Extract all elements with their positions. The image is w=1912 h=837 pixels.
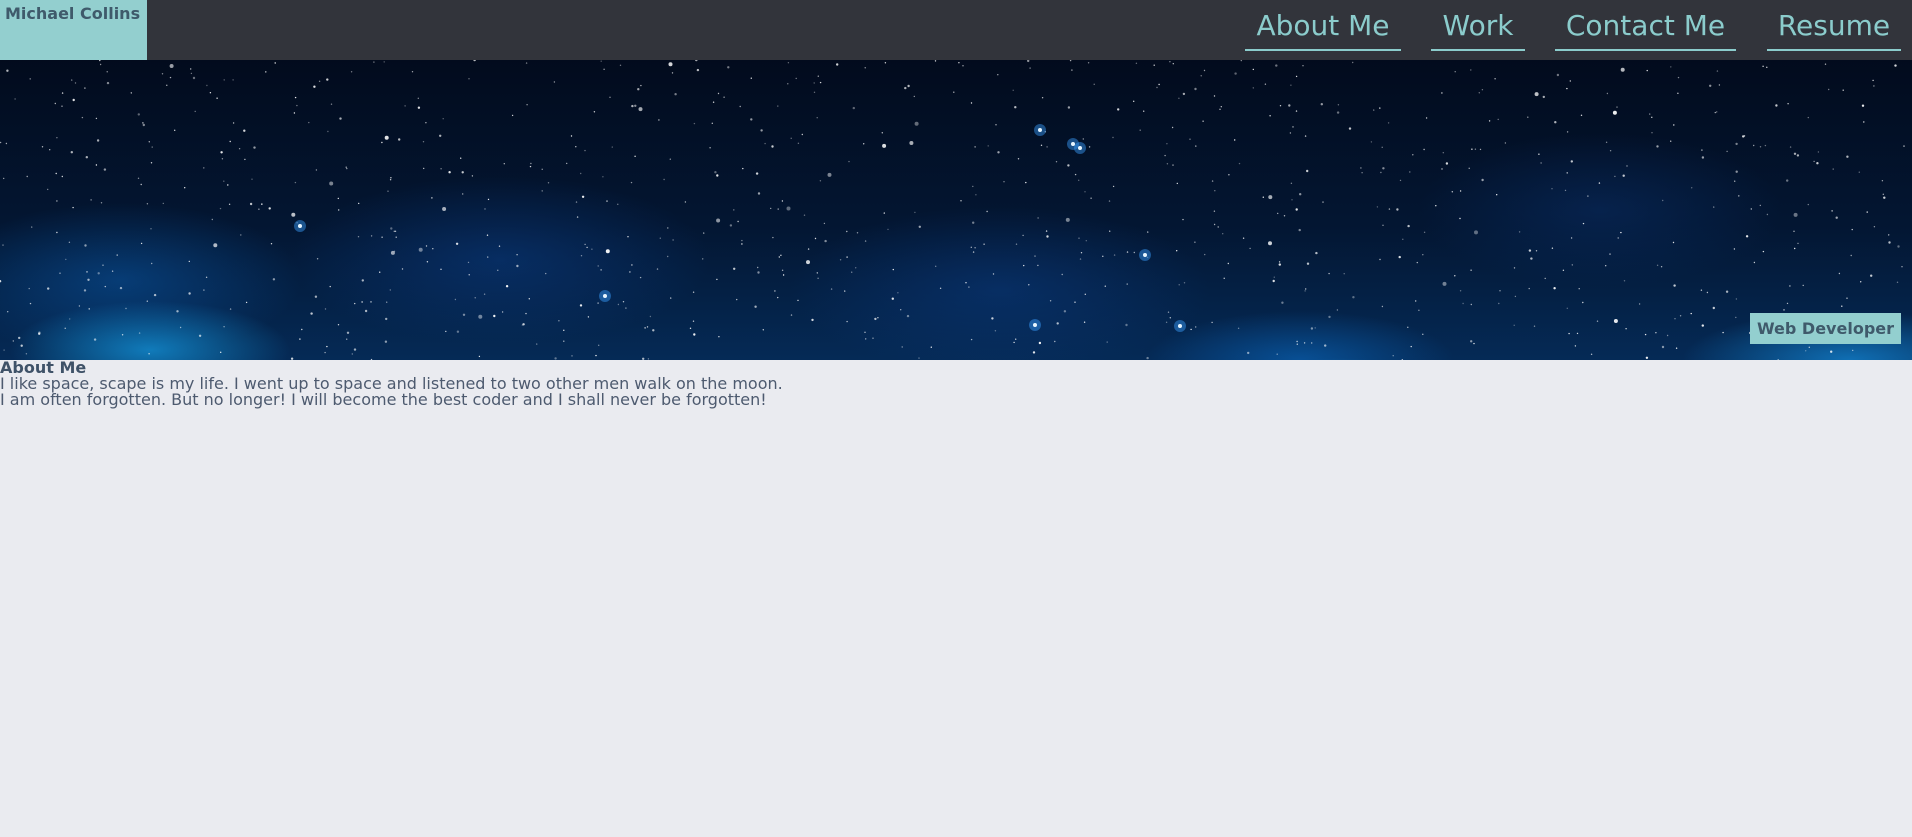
brand-name[interactable]: Michael Collins xyxy=(0,0,147,60)
nav-link-contact-me[interactable]: Contact Me xyxy=(1555,0,1736,51)
nav-link-about-me[interactable]: About Me xyxy=(1245,0,1401,51)
nav-link-work[interactable]: Work xyxy=(1431,0,1525,51)
starfield xyxy=(0,60,1905,360)
nav-link-resume[interactable]: Resume xyxy=(1767,0,1901,51)
about-section: About Me I like space, scape is my life.… xyxy=(0,360,783,408)
site-header: Michael Collins About Me Work Contact Me… xyxy=(0,0,1912,60)
about-line-2: I am often forgotten. But no longer! I w… xyxy=(0,390,767,409)
role-badge: Web Developer xyxy=(1750,313,1901,344)
hero-starfield-image xyxy=(0,60,1912,360)
